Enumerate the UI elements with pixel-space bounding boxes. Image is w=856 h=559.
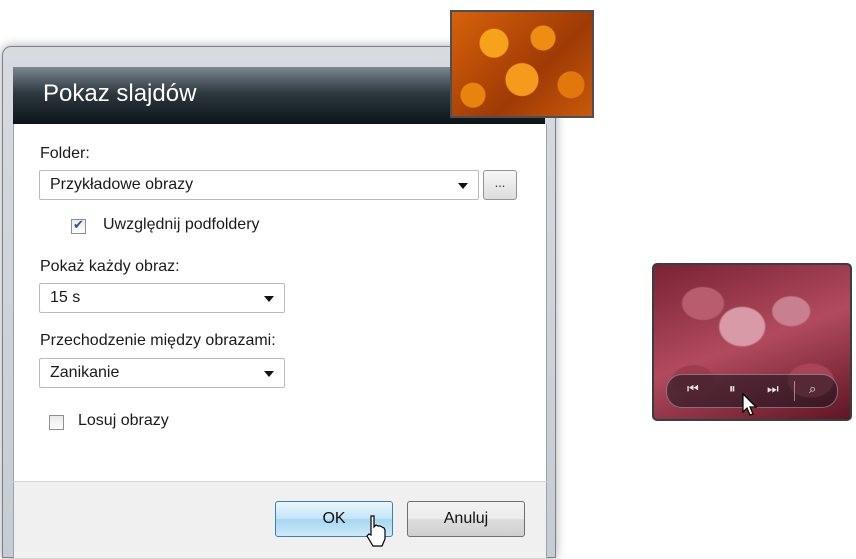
- next-icon[interactable]: ⏭: [767, 382, 779, 397]
- folder-label: Folder:: [40, 145, 90, 162]
- pause-icon[interactable]: ⏸: [729, 382, 736, 397]
- controls-divider: [794, 381, 795, 401]
- shuffle-label: Losuj obrazy: [78, 412, 169, 429]
- transition-dropdown[interactable]: Zanikanie: [39, 358, 285, 388]
- dialog-title: Pokaz slajdów: [43, 80, 197, 107]
- transition-value: Zanikanie: [50, 364, 120, 381]
- mouse-cursor-icon: [742, 393, 758, 416]
- shuffle-checkbox[interactable]: [49, 415, 64, 430]
- browse-folder-button[interactable]: ...: [483, 170, 517, 200]
- view-icon[interactable]: ⌕: [809, 382, 816, 397]
- previous-icon[interactable]: ⏮: [687, 382, 699, 397]
- folder-value: Przykładowe obrazy: [50, 176, 194, 193]
- dropdown-arrow-icon: [264, 371, 274, 377]
- dropdown-arrow-icon: [264, 296, 274, 302]
- folder-dropdown[interactable]: Przykładowe obrazy: [39, 170, 479, 200]
- slideshow-preview-thumbnail: [450, 10, 594, 118]
- show-each-dropdown[interactable]: 15 s: [39, 283, 285, 313]
- show-each-label: Pokaż każdy obraz:: [40, 258, 180, 275]
- transition-label: Przechodzenie między obrazami:: [40, 332, 276, 349]
- cancel-button[interactable]: Anuluj: [407, 501, 525, 537]
- mouse-cursor-icon: [366, 515, 386, 547]
- dropdown-arrow-icon: [458, 183, 468, 189]
- slideshow-gadget[interactable]: ⏮ ⏸ ⏭ ⌕: [652, 263, 852, 421]
- include-subfolders-label: Uwzględnij podfoldery: [103, 216, 260, 233]
- show-each-value: 15 s: [50, 289, 81, 306]
- include-subfolders-checkbox[interactable]: [71, 218, 86, 234]
